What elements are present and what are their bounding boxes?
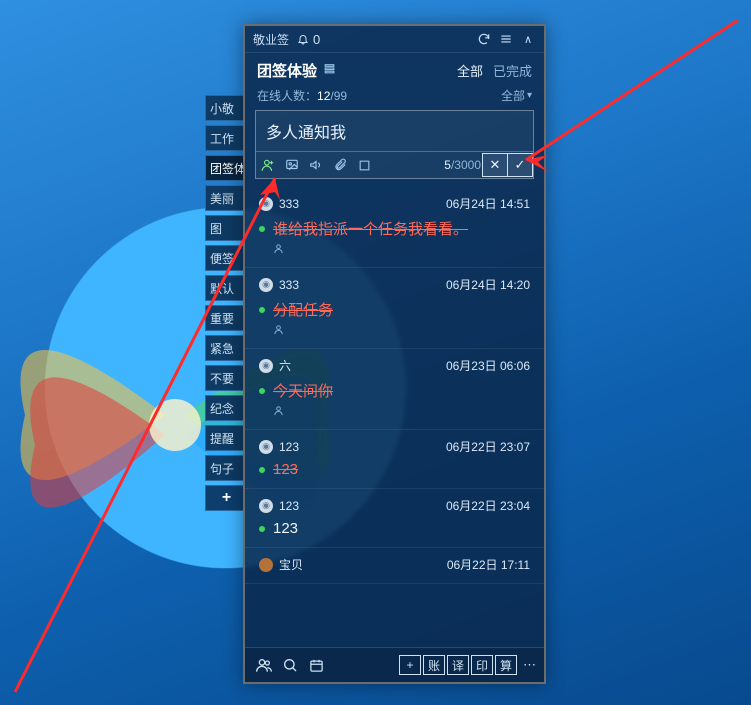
side-tab[interactable]: 纪念 <box>205 395 243 421</box>
online-max: /99 <box>330 89 347 103</box>
side-tab[interactable]: 默认 <box>205 275 243 301</box>
panel-header: 团签体验 全部 已完成 <box>245 53 544 87</box>
side-tab[interactable]: 便签 <box>205 245 243 271</box>
item-time: 06月23日 06:06 <box>446 357 530 374</box>
confirm-button[interactable]: ✓ <box>507 153 533 177</box>
char-count: 5/3000 <box>444 158 483 172</box>
online-row: 在线人数： 12 /99 全部 ▾ <box>245 87 544 110</box>
list-item[interactable]: ◉ 333 06月24日 14:20 分配任务 <box>245 268 544 349</box>
side-tab[interactable]: 重要 <box>205 305 243 331</box>
item-time: 06月22日 17:11 <box>447 556 530 573</box>
list-item[interactable]: ◉12306月22日 23:07123 <box>245 430 544 489</box>
list-item[interactable]: ◉ 333 06月24日 14:51 谁给我指派一个任务我看看。 <box>245 187 544 268</box>
search-icon[interactable] <box>279 654 301 676</box>
side-tab[interactable]: 团签体验 <box>205 155 243 181</box>
cancel-button[interactable]: ✕ <box>482 153 508 177</box>
attach-icon[interactable] <box>328 153 352 177</box>
list-icon[interactable] <box>323 62 336 78</box>
compose-toolbar: 5/3000 ✕ ✓ <box>256 151 533 178</box>
item-content: 今天问你 <box>273 380 333 401</box>
team-name: 团签体验 <box>257 60 317 81</box>
side-tab[interactable]: 提醒 <box>205 425 243 451</box>
item-user: 123 <box>279 499 299 513</box>
item-user: 123 <box>279 440 299 454</box>
footer-box-3[interactable]: 印 <box>471 655 493 675</box>
badge-count: 0 <box>313 32 320 47</box>
calendar-icon[interactable] <box>305 654 327 676</box>
avatar: ◉ <box>259 440 273 454</box>
side-tab[interactable]: 不要 <box>205 365 243 391</box>
avatar: ◉ <box>259 499 273 513</box>
avatar: ◉ <box>259 278 273 292</box>
online-label: 在线人数： <box>257 87 317 104</box>
title-bar: 敬业签 0 ∧ <box>245 26 544 53</box>
menu-icon[interactable] <box>498 31 514 47</box>
footer-box-4[interactable]: 算 <box>495 655 517 675</box>
item-user: 宝贝 <box>279 556 303 573</box>
add-note-button[interactable]: + <box>399 655 421 675</box>
item-content: 123 <box>273 520 298 537</box>
person-icon <box>273 324 530 338</box>
person-icon <box>273 405 530 419</box>
more-icon[interactable]: ⋯ <box>523 657 536 673</box>
audio-icon[interactable] <box>304 153 328 177</box>
sync-icon[interactable] <box>476 31 492 47</box>
tab-all[interactable]: 全部 <box>457 61 483 80</box>
notes-list: ◉33306月24日 14:51谁给我指派一个任务我看看。◉33306月24日 … <box>245 187 544 629</box>
item-user: 333 <box>279 197 299 211</box>
app-panel: 敬业签 0 ∧ 团签体验 全部 已完成 在线人数： 12 /99 全部 ▾ 多人… <box>243 24 546 684</box>
avatar: ◉ <box>259 197 273 211</box>
status-dot <box>259 307 265 313</box>
status-dot <box>259 467 265 473</box>
footer-bar: + 账 译 印 算 ⋯ <box>245 647 544 682</box>
list-item[interactable]: ◉ 六 06月23日 06:06 今天问你 <box>245 349 544 430</box>
side-tab[interactable]: 工作 <box>205 125 243 151</box>
item-user: 333 <box>279 278 299 292</box>
side-tab[interactable]: 小敬 <box>205 95 243 121</box>
online-current: 12 <box>317 89 330 103</box>
filter-all[interactable]: 全部 <box>501 87 525 104</box>
side-tab[interactable]: 紧急 <box>205 335 243 361</box>
app-name: 敬业签 <box>253 31 289 48</box>
chevron-down-icon[interactable]: ▾ <box>527 90 532 101</box>
avatar: ◉ <box>259 359 273 373</box>
person-icon <box>273 243 530 257</box>
item-time: 06月24日 14:20 <box>446 276 530 293</box>
item-time: 06月24日 14:51 <box>446 195 530 212</box>
tab-done[interactable]: 已完成 <box>493 61 532 80</box>
members-icon[interactable] <box>253 654 275 676</box>
status-dot <box>259 526 265 532</box>
item-content: 分配任务 <box>273 299 333 320</box>
avatar <box>259 558 273 572</box>
footer-box-1[interactable]: 账 <box>423 655 445 675</box>
add-tab-button[interactable]: + <box>205 485 243 511</box>
status-dot <box>259 226 265 232</box>
bell-icon <box>297 33 309 45</box>
item-content: 谁给我指派一个任务我看看。 <box>273 218 468 239</box>
item-user: 六 <box>279 357 291 374</box>
list-item[interactable]: 宝贝 06月22日 17:11 <box>245 548 544 584</box>
item-content: 123 <box>273 461 298 478</box>
square-icon[interactable] <box>352 153 376 177</box>
footer-box-2[interactable]: 译 <box>447 655 469 675</box>
side-tab[interactable]: 图 <box>205 215 243 241</box>
image-icon[interactable] <box>280 153 304 177</box>
assign-person-icon[interactable] <box>256 153 280 177</box>
item-time: 06月22日 23:07 <box>446 438 530 455</box>
compose-input[interactable]: 多人通知我 <box>256 111 533 151</box>
compose-box: 多人通知我 5/3000 ✕ ✓ <box>255 110 534 179</box>
side-tabs: 小敬工作团签体验美丽图便签默认重要紧急不要纪念提醒句子 + <box>205 95 243 515</box>
side-tab[interactable]: 美丽 <box>205 185 243 211</box>
list-item[interactable]: ◉12306月22日 23:04123 <box>245 489 544 548</box>
side-tab[interactable]: 句子 <box>205 455 243 481</box>
item-time: 06月22日 23:04 <box>446 497 530 514</box>
collapse-up-icon[interactable]: ∧ <box>520 31 536 47</box>
status-dot <box>259 388 265 394</box>
